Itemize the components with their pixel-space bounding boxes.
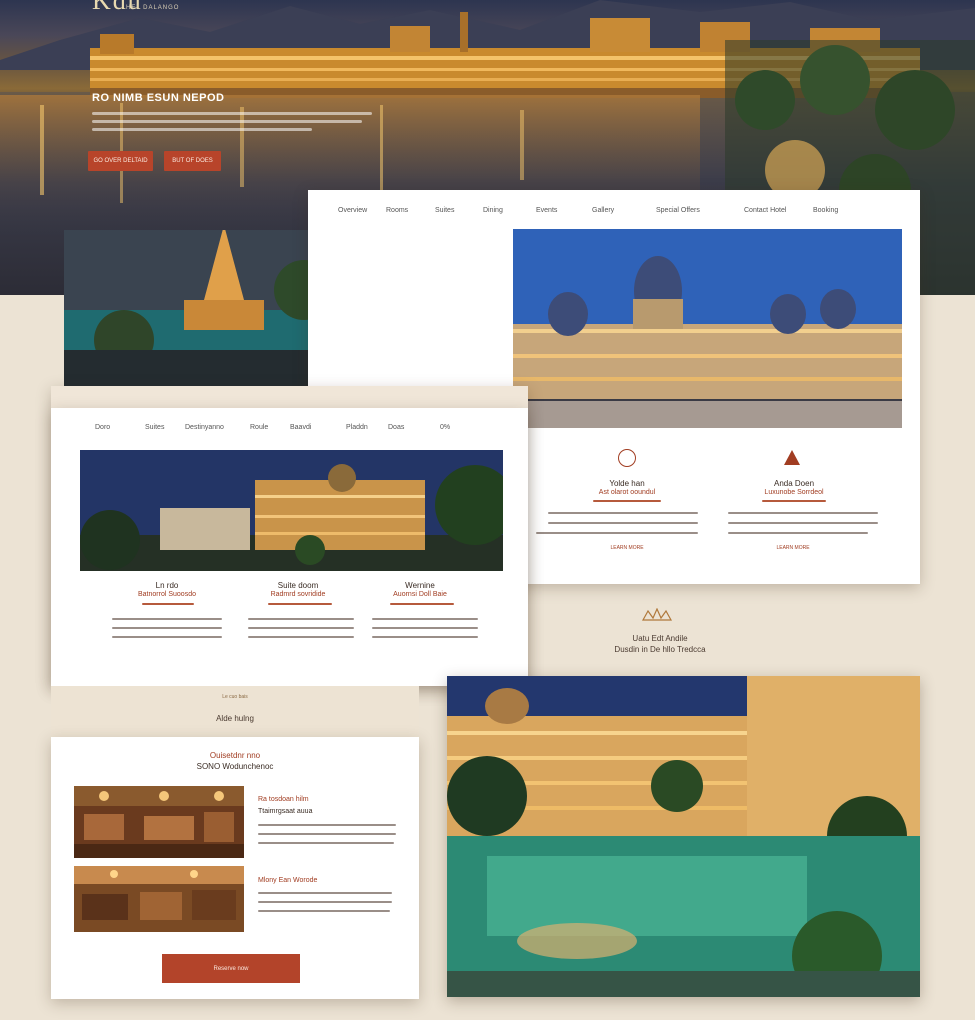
restaurant-photo — [74, 786, 244, 858]
pool-palace-photo — [447, 676, 920, 997]
text-line — [548, 522, 698, 524]
search-toggle[interactable]: 0% — [440, 424, 450, 431]
text-line — [390, 603, 454, 605]
nav-item[interactable]: Dining — [483, 207, 503, 214]
hero-text-line — [92, 112, 372, 115]
nav-item[interactable]: Doas — [388, 424, 404, 431]
hero-text-line — [92, 120, 362, 123]
nav-item[interactable]: Special Offers — [656, 207, 700, 214]
text-line — [268, 603, 332, 605]
feature-subtitle: Luxunobe Sorrdeol — [764, 489, 824, 496]
nav-item[interactable]: Events — [536, 207, 557, 214]
text-line — [728, 522, 878, 524]
text-line — [258, 842, 394, 844]
text-line — [536, 532, 698, 534]
text-line — [548, 512, 698, 514]
lounge-photo — [74, 866, 244, 932]
text-line — [248, 627, 354, 629]
reserve-button[interactable]: Reserve now — [162, 954, 300, 983]
section-heading-line2: Dusdin in De hllo Tredcca — [614, 645, 706, 654]
text-line — [258, 892, 392, 894]
dining-title: SONO Wodunchenoc — [196, 762, 274, 771]
dining-item-subtitle: Ttaimrgsaat auua — [258, 808, 313, 815]
hero-primary-button[interactable]: GO OVER DELTAID — [88, 151, 153, 171]
dining-kicker: Ouisetdnr nno — [209, 751, 261, 760]
feature-subtitle: Auornsi Doll Baie — [393, 591, 447, 598]
feature-subtitle: Batnorrol Suoosdo — [138, 591, 196, 598]
nav-item[interactable]: Destinyanno — [185, 424, 224, 431]
text-line — [372, 618, 478, 620]
nav-item[interactable]: Baavdi — [290, 424, 311, 431]
text-line — [258, 833, 396, 835]
nav-item[interactable]: Suites — [435, 207, 454, 214]
feature-subtitle: Ast olarot ooundul — [598, 489, 656, 496]
nav-item[interactable]: Roule — [250, 424, 268, 431]
palace-photo-blue — [513, 229, 902, 428]
feature-title: Wernine — [405, 581, 435, 590]
dining-item-title: Mlony Ean Worode — [258, 877, 318, 884]
section-heading: Alde hulng — [216, 714, 254, 723]
text-line — [593, 500, 661, 502]
logo-subtitle: HEL DALANGO — [126, 5, 180, 11]
nav-item[interactable]: Pladdn — [346, 424, 368, 431]
text-line — [728, 512, 878, 514]
text-line — [142, 603, 194, 605]
dining-item-title: Ra tosdoan hilm — [258, 796, 309, 803]
nav-item[interactable]: Contact Hotel — [744, 207, 786, 214]
text-line — [372, 636, 478, 638]
nav-item[interactable]: Gallery — [592, 207, 614, 214]
nav-item[interactable]: Overview — [338, 207, 367, 214]
feature-title: Anda Doen — [773, 479, 815, 488]
top-nav: Overview Rooms Suites Dining Events Gall… — [308, 190, 920, 230]
nav-item[interactable]: Doro — [95, 424, 110, 431]
text-line — [372, 627, 478, 629]
nav-item[interactable]: Suites — [145, 424, 164, 431]
text-line — [112, 636, 222, 638]
feature-emblem-icon — [784, 450, 800, 465]
text-line — [248, 618, 354, 620]
text-line — [258, 910, 390, 912]
text-line — [112, 618, 222, 620]
hero-title: RO NIMB ESUN NEPOD — [92, 92, 225, 104]
section-heading-line1: Uatu Edt Andile — [632, 634, 688, 643]
hero-secondary-button[interactable]: BUT OF DOES — [164, 151, 221, 171]
text-line — [112, 627, 222, 629]
nav-item[interactable]: Rooms — [386, 207, 408, 214]
feature-emblem-icon — [618, 449, 636, 467]
nav-item[interactable]: Booking — [813, 207, 838, 214]
text-line — [762, 500, 826, 502]
palace-photo-night — [80, 450, 503, 571]
text-line — [248, 636, 354, 638]
learn-more-link[interactable]: LEARN MORE — [764, 545, 822, 551]
learn-more-link[interactable]: LEARN MORE — [598, 545, 656, 551]
section-kicker: Le cuo bais — [222, 694, 248, 700]
text-line — [258, 901, 392, 903]
feature-title: Ln rdo — [155, 581, 179, 590]
text-line — [258, 824, 396, 826]
hero-text-line — [92, 128, 312, 131]
feature-title: Yolde han — [609, 479, 645, 488]
text-line — [728, 532, 868, 534]
crown-ornament-icon — [640, 607, 674, 622]
